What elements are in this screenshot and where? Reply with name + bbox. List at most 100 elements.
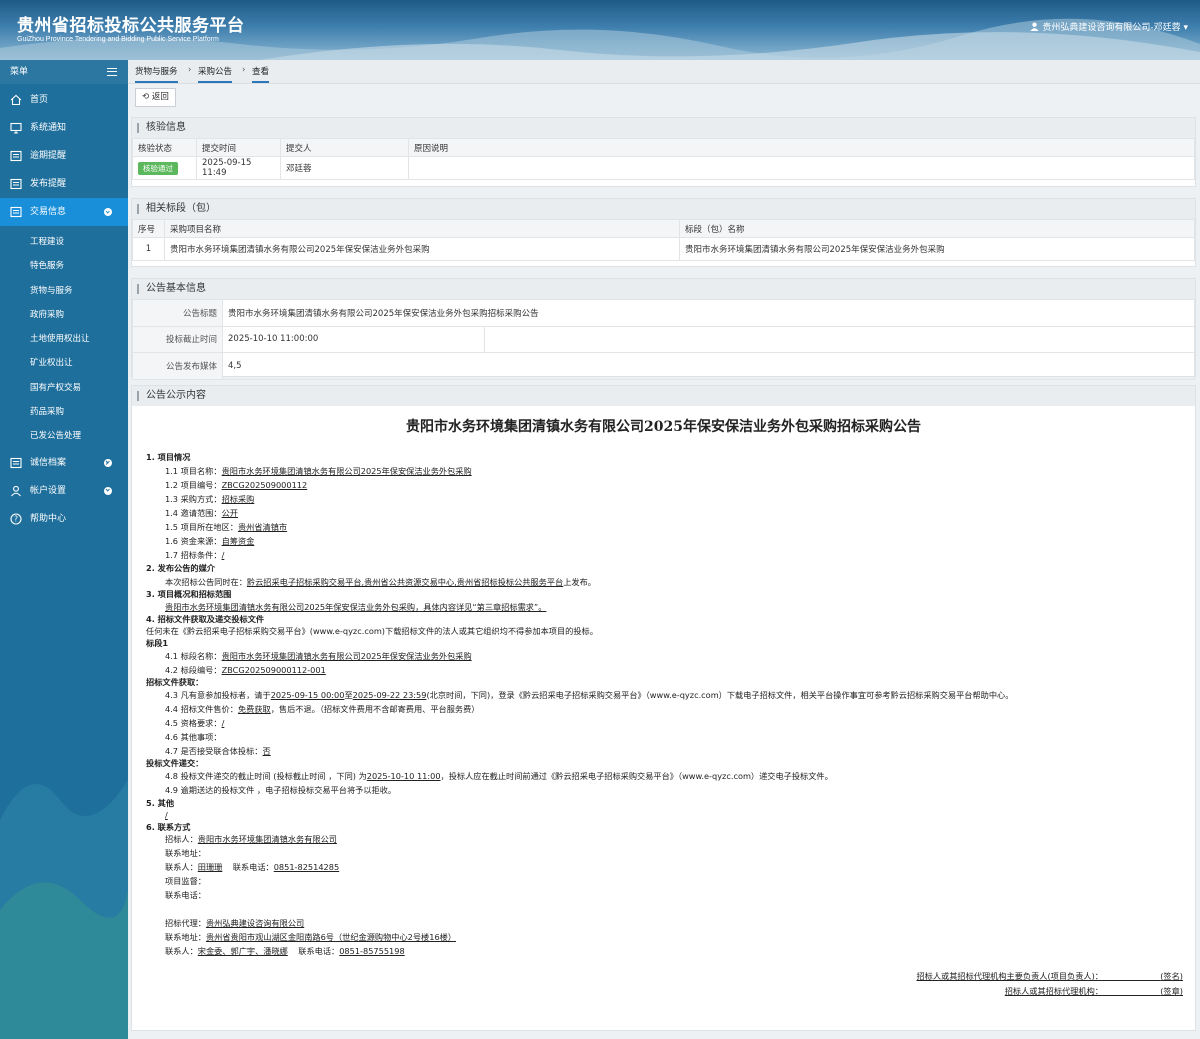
sidebar-item-trade[interactable]: 交易信息 <box>0 198 128 226</box>
breadcrumb: 货物与服务 › 采购公告 › 查看 <box>128 60 1200 84</box>
sidebar-item-credit[interactable]: 诚信档案 <box>0 449 128 477</box>
basic-info-table: 公告标题 贵阳市水务环境集团清镇水务有限公司2025年保安保洁业务外包采购招标采… <box>132 299 1195 380</box>
section-heading: 招标文件获取： <box>146 677 204 687</box>
sections-table: 序号 采购项目名称 标段（包）名称 1 贵阳市水务环境集团清镇水务有限公司202… <box>132 219 1195 261</box>
help-icon: ? <box>10 513 22 525</box>
section-heading: 2. 发布公告的媒介 <box>146 563 215 573</box>
notice-content-panel: 公告公示内容 贵阳市水务环境集团清镇水务有限公司2025年保安保洁业务外包采购招… <box>131 385 1196 1031</box>
notice-title: 贵阳市水务环境集团清镇水务有限公司2025年保安保洁业务外包采购招标采购公告 <box>406 419 921 435</box>
sections-panel: 相关标段（包） 序号 采购项目名称 标段（包）名称 1 贵阳市水务环境集团清镇水… <box>131 198 1196 267</box>
column-header: 核验状态 <box>132 138 197 157</box>
breadcrumb-item[interactable]: 货物与服务 <box>135 65 178 83</box>
section-heading: 6. 联系方式 <box>146 822 191 832</box>
submitter: 邓廷蓉 <box>280 156 409 180</box>
doc-line: 联系人：田珊珊 联系电话：0851-82514285 <box>165 862 340 872</box>
info-key: 投标截止时间 <box>132 325 223 353</box>
basic-info-panel: 公告基本信息 公告标题 贵阳市水务环境集团清镇水务有限公司2025年保安保洁业务… <box>131 278 1196 380</box>
doc-line: 1.6 资金来源：自筹资金 <box>165 536 255 546</box>
project-name: 贵阳市水务环境集团清镇水务有限公司2025年保安保洁业务外包采购 <box>164 237 680 261</box>
notice-document: 贵阳市水务环境集团清镇水务有限公司2025年保安保洁业务外包采购招标采购公告 1… <box>132 406 1195 1039</box>
signature-line: 招标人或其招标代理机构主要负责人(项目负责人)： (签名) <box>916 971 1183 981</box>
sidebar-item-label: 诚信档案 <box>30 457 67 468</box>
sidebar-item-overdue[interactable]: 逾期提醒 <box>0 142 128 170</box>
panel-title: 公告公示内容 <box>132 386 1195 406</box>
doc-line: 联系人：宋金委、郭广宇、潘晓娜 联系电话：0851-85755198 <box>165 946 405 956</box>
info-row: 公告发布媒体 4,5 <box>132 352 1195 380</box>
doc-line: 1.7 招标条件：/ <box>165 550 225 560</box>
reason <box>408 156 1195 180</box>
user-name: 贵州弘典建设咨询有限公司-邓廷蓉 <box>1042 23 1181 33</box>
section-heading: 标段1 <box>146 638 169 648</box>
user-icon <box>11 485 21 497</box>
column-header: 原因说明 <box>408 138 1195 157</box>
sidebar-item-publish[interactable]: 发布提醒 <box>0 170 128 198</box>
site-subtitle: GuiZhou Province Tendering and Bidding P… <box>17 36 219 43</box>
sidebar-item-label: 首页 <box>30 95 49 105</box>
sidebar-item-account[interactable]: 帐户设置 <box>0 477 128 505</box>
user-menu[interactable]: 贵州弘典建设咨询有限公司-邓廷蓉 ▾ <box>1030 20 1188 33</box>
section-heading: 1. 项目情况 <box>146 452 191 462</box>
doc-line: 4.2 标段编号：ZBCG202509000112-001 <box>165 665 326 675</box>
doc-line: 任何未在《黔云招采电子招标采购交易平台》(www.e-qyzc.com)下载招标… <box>146 626 598 636</box>
doc-line: 4.7 是否接受联合体投标：否 <box>165 746 271 756</box>
column-header: 标段（包）名称 <box>679 219 1195 238</box>
doc-line: 项目监督： <box>165 876 206 886</box>
doc-line: 招标代理：贵州弘典建设咨询有限公司 <box>165 918 305 928</box>
status-badge: 核验通过 <box>138 161 178 175</box>
doc-line: 1.3 采购方式：招标采购 <box>165 494 255 504</box>
menu-label: 菜单 <box>10 67 29 77</box>
doc-line: 1.1 项目名称：贵阳市水务环境集团清镇水务有限公司2025年保安保洁业务外包采… <box>165 466 472 476</box>
sidebar-item-label: 交易信息 <box>30 207 67 217</box>
menu-header: 菜单 <box>0 60 128 84</box>
user-icon <box>1030 22 1039 31</box>
chevron-right-icon <box>104 458 112 467</box>
column-header: 提交人 <box>280 138 409 157</box>
column-header: 采购项目名称 <box>164 219 680 238</box>
breadcrumb-separator: › <box>242 65 246 75</box>
row-number: 1 <box>132 237 165 261</box>
table-row: 核验通过 2025-09-15 11:49 邓廷蓉 <box>132 156 1195 180</box>
signature-line: 招标人或其招标代理机构： (签章) <box>1004 986 1183 996</box>
sidebar-item-help[interactable]: ? 帮助中心 <box>0 505 128 533</box>
list-icon <box>10 150 22 162</box>
table-row: 1 贵阳市水务环境集团清镇水务有限公司2025年保安保洁业务外包采购 贵阳市水务… <box>132 237 1195 261</box>
breadcrumb-separator: › <box>188 65 192 75</box>
doc-line: 1.2 项目编号：ZBCG202509000112 <box>165 480 308 490</box>
doc-line: 4.4 招标文件售价：免费获取，售后不退。（招标文件费用不含邮寄费用、平台服务费… <box>165 704 480 714</box>
sidebar-item-label: 帐户设置 <box>30 485 67 496</box>
info-row: 公告标题 贵阳市水务环境集团清镇水务有限公司2025年保安保洁业务外包采购招标采… <box>132 299 1195 327</box>
doc-line: 4.5 资格要求：/ <box>165 718 225 728</box>
doc-line: 4.9 逾期送达的投标文件 ，电子招标投标交易平台将予以拒收。 <box>165 785 397 795</box>
panel-title: 核验信息 <box>132 118 1195 138</box>
back-button[interactable]: ⟲ 返回 <box>135 88 176 107</box>
sidebar-item-notice[interactable]: 系统通知 <box>0 114 128 142</box>
home-icon <box>10 94 22 106</box>
section-heading: 3. 项目概况和招标范围 <box>146 589 232 599</box>
doc-line: 贵阳市水务环境集团清镇水务有限公司2025年保安保洁业务外包采购，具体内容详见“… <box>165 602 547 612</box>
info-key: 公告标题 <box>132 299 223 327</box>
doc-line: 4.3 凡有意参加投标者，请于2025-09-15 00:00至2025-09-… <box>165 690 1014 700</box>
doc-line: 4.1 标段名称：贵阳市水务环境集团清镇水务有限公司2025年保安保洁业务外包采… <box>165 651 472 661</box>
doc-line: 联系地址：贵州省贵阳市观山湖区金阳南路6号（世纪金源购物中心2号楼16楼） <box>165 932 457 942</box>
info-value: 2025-10-10 11:00:00 <box>222 325 485 353</box>
doc-line: 招标人：贵阳市水务环境集团清镇水务有限公司 <box>165 834 337 844</box>
list-icon <box>10 206 22 218</box>
section-name: 贵阳市水务环境集团清镇水务有限公司2025年保安保洁业务外包采购 <box>679 237 1195 261</box>
submit-time: 2025-09-15 11:49 <box>196 156 281 180</box>
chevron-right-icon <box>104 486 112 495</box>
sidebar-item-home[interactable]: 首页 <box>0 86 128 114</box>
doc-line: 联系电话： <box>165 890 206 900</box>
chevron-down-icon <box>104 208 112 216</box>
breadcrumb-item[interactable]: 采购公告 <box>198 65 233 83</box>
sidebar-item-label: 系统通知 <box>30 123 67 133</box>
section-heading: 4. 招标文件获取及递交投标文件 <box>146 614 265 624</box>
top-header: 贵州省招标投标公共服务平台 GuiZhou Province Tendering… <box>0 0 1200 60</box>
menu-toggle-icon[interactable] <box>107 68 117 76</box>
sidebar-item-label: 发布提醒 <box>30 179 67 189</box>
sidebar-item-label: 逾期提醒 <box>30 151 67 161</box>
main-content: 货物与服务 › 采购公告 › 查看 ⟲ 返回 核验信息 核验状态 提交时间 提交… <box>128 60 1200 1039</box>
doc-line: 4.6 其他事项： <box>165 732 222 742</box>
column-header: 序号 <box>132 219 165 238</box>
breadcrumb-item: 查看 <box>252 65 270 83</box>
panel-title: 公告基本信息 <box>132 279 1195 299</box>
